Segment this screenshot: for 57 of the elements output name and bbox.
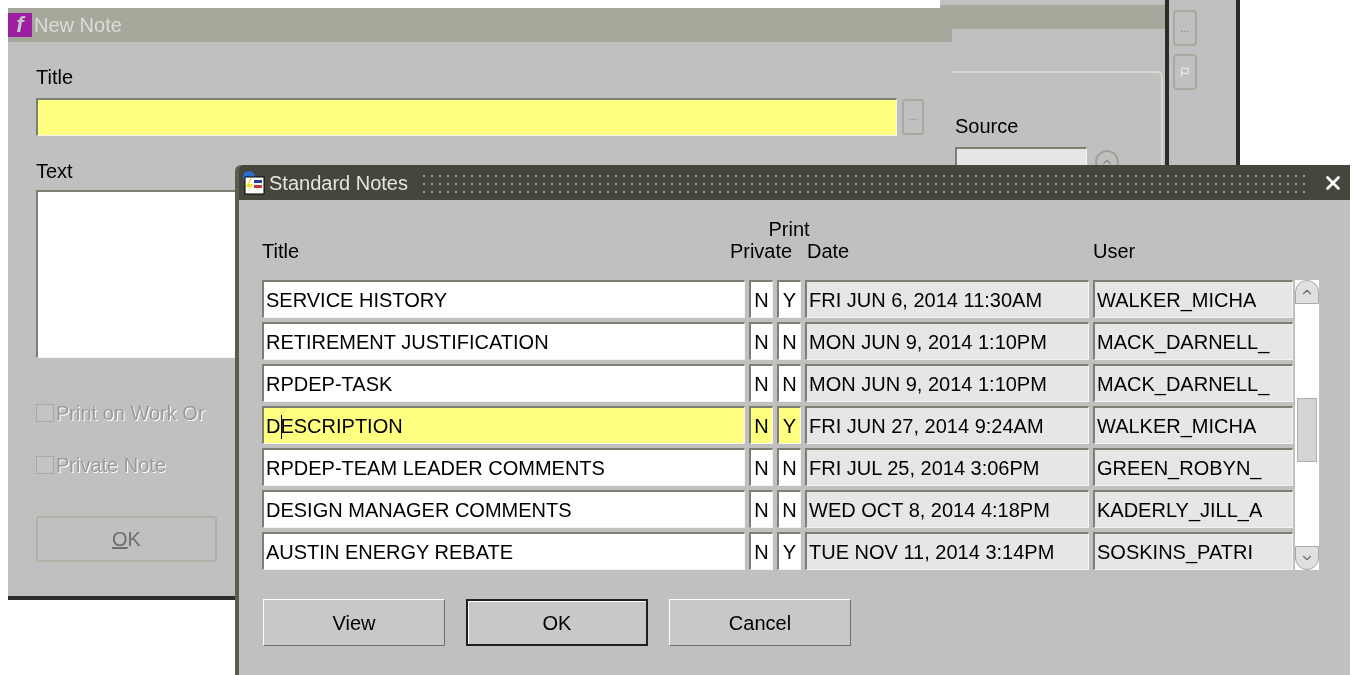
date-cell[interactable]: FRI JUN 27, 2014 9:24AM [805,406,1089,444]
print-cell[interactable]: Y [777,280,801,318]
date-cell[interactable]: FRI JUL 25, 2014 3:06PM [805,448,1089,486]
private-cell[interactable]: N [749,532,773,570]
flag-icon [1180,67,1190,77]
checkbox-label: Private Note [56,453,167,478]
checkbox-label: Print on Work Or [56,401,205,426]
scrollbar-track[interactable] [1295,280,1319,570]
notes-app-icon [241,170,265,195]
user-cell[interactable]: MACK_DARNELL_ [1093,364,1293,402]
field-label: Title [36,65,74,90]
date-cell[interactable]: TUE NOV 11, 2014 3:14PM [805,532,1089,570]
date-cell[interactable]: WED OCT 8, 2014 4:18PM [805,490,1089,528]
user-cell[interactable]: WALKER_MICHA [1093,406,1293,444]
title-cell[interactable]: AUSTIN ENERGY REBATE [262,532,745,570]
window-title: New Note [34,13,122,38]
title-field[interactable] [36,98,898,136]
date-cell[interactable]: MON JUN 9, 2014 1:10PM [805,364,1089,402]
field-label: Source [955,115,1019,137]
dialog-title: Standard Notes [269,170,408,196]
print-cell[interactable]: N [777,364,801,402]
date-cell[interactable]: FRI JUN 6, 2014 11:30AM [805,280,1089,318]
dialog-button[interactable]: OK [466,599,648,646]
print-cell[interactable]: Y [777,532,801,570]
user-cell[interactable]: WALKER_MICHA [1093,280,1293,318]
title-cell[interactable]: RPDEP-TEAM LEADER COMMENTS [262,448,745,486]
title-cell[interactable]: RETIREMENT JUSTIFICATION [262,322,745,360]
field-label: Text [36,159,73,184]
flag-button[interactable] [1173,54,1197,90]
scroll-thumb[interactable] [1297,398,1317,462]
print-cell[interactable]: N [777,490,801,528]
user-cell[interactable]: SOSKINS_PATRI [1093,532,1293,570]
scroll-up-button[interactable] [1295,280,1319,304]
print-cell[interactable]: N [777,322,801,360]
dialog-button[interactable]: View [263,599,445,646]
title-cell[interactable]: SERVICE HISTORY [262,280,745,318]
title-cell[interactable]: RPDEP-TASK [262,364,745,402]
title-cell[interactable]: DESIGN MANAGER COMMENTS [262,490,745,528]
private-cell[interactable]: N [749,406,773,444]
user-cell[interactable]: KADERLY_JILL_A [1093,490,1293,528]
date-cell[interactable]: MON JUN 9, 2014 1:10PM [805,322,1089,360]
print-cell[interactable]: Y [777,406,801,444]
column-header: Print [768,217,810,242]
private-cell[interactable]: N [749,322,773,360]
column-header: Private [729,239,793,264]
dialog-button[interactable]: Cancel [669,599,851,646]
column-header: Date [806,239,851,264]
private-cell[interactable]: N [749,364,773,402]
private-cell[interactable]: N [749,448,773,486]
user-cell[interactable]: MACK_DARNELL_ [1093,322,1293,360]
app-logo: f [8,13,32,37]
user-cell[interactable]: GREEN_ROBYN_ [1093,448,1293,486]
scroll-down-button[interactable] [1295,546,1319,570]
private-cell[interactable]: N [749,490,773,528]
print-cell[interactable]: N [777,448,801,486]
private-cell[interactable]: N [749,280,773,318]
column-header: User [1093,239,1137,264]
